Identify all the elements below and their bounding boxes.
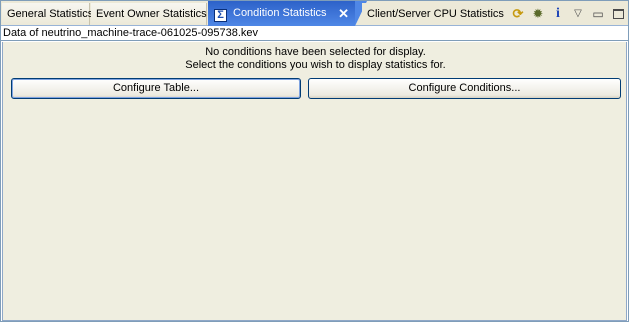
tab-client-server-cpu-statistics[interactable]: Client/Server CPU Statistics <box>362 3 504 25</box>
sigma-icon: Σ <box>214 9 227 22</box>
view-toolbar: ⟳ ✹ i ▽ ▭ <box>507 4 626 24</box>
tab-label: Client/Server CPU Statistics <box>367 8 504 20</box>
tab-event-owner-statistics[interactable]: Event Owner Statistics <box>91 3 207 25</box>
minimize-icon[interactable]: ▭ <box>589 5 607 23</box>
configure-conditions-button[interactable]: Configure Conditions... <box>308 78 621 99</box>
empty-message-line-1: No conditions have been selected for dis… <box>205 46 426 58</box>
tab-condition-statistics[interactable]: Σ Condition Statistics ✕ <box>208 1 355 26</box>
tab-label: Event Owner Statistics <box>96 8 207 20</box>
condition-statistics-view: General Statistics Event Owner Statistic… <box>0 0 629 322</box>
tab-general-statistics[interactable]: General Statistics <box>2 3 94 25</box>
refresh-icon[interactable]: ⟳ <box>509 5 527 23</box>
statistics-content: No conditions have been selected for dis… <box>2 42 627 321</box>
view-menu-icon[interactable]: ▽ <box>569 5 587 23</box>
empty-message-line-2: Select the conditions you wish to displa… <box>185 59 446 71</box>
configure-table-button[interactable]: Configure Table... <box>11 78 301 99</box>
data-source-header: Data of neutrino_machine-trace-061025-09… <box>1 26 628 41</box>
bug-icon[interactable]: ✹ <box>529 5 547 23</box>
info-icon[interactable]: i <box>549 5 567 23</box>
data-source-label: Data of neutrino_machine-trace-061025-09… <box>3 27 258 39</box>
tab-label: General Statistics <box>7 8 94 20</box>
close-icon[interactable]: ✕ <box>338 1 349 26</box>
tab-label: Condition Statistics <box>233 7 327 19</box>
tab-bar: General Statistics Event Owner Statistic… <box>1 1 628 26</box>
empty-message: No conditions have been selected for dis… <box>3 46 628 72</box>
maximize-icon[interactable] <box>613 9 624 19</box>
